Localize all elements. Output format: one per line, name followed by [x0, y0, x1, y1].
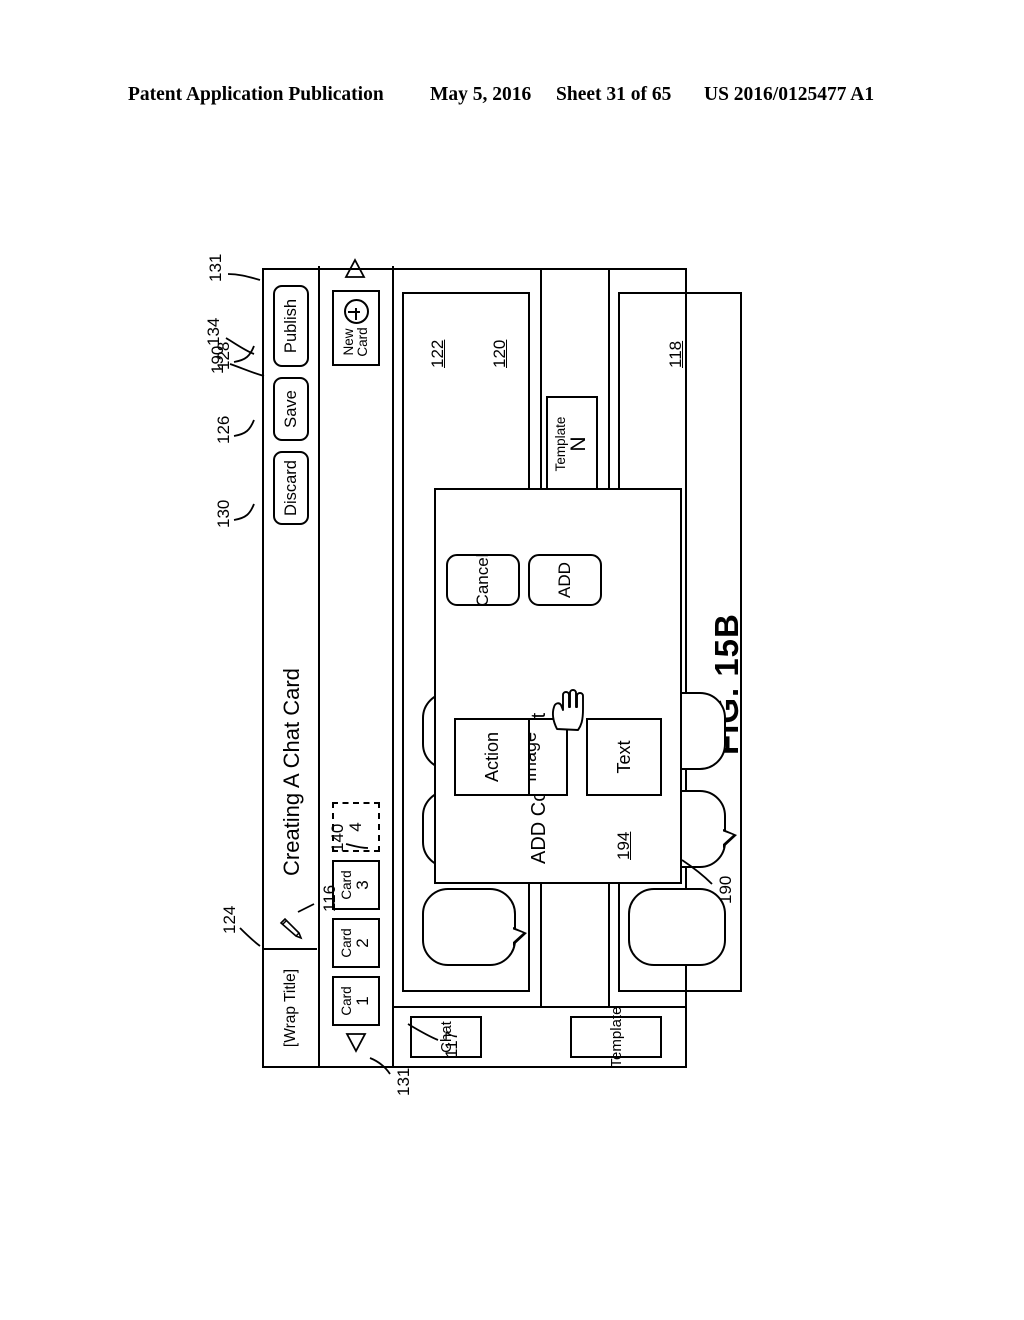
header-sheet-text: Sheet 31 of 65 [556, 84, 672, 105]
header-publication-text: Patent Application Publication [128, 84, 384, 105]
ref-134: 134 [204, 317, 223, 346]
figure-15b: FIG. 15B 130 126 128 124 116 140 134 131… [204, 240, 782, 1096]
tab-template[interactable]: Template [570, 1007, 662, 1067]
plus-circle-icon [343, 299, 369, 325]
ref-117: 117 [442, 1030, 461, 1058]
add-button[interactable]: ADD [528, 554, 602, 606]
new-card-label: New Card [341, 327, 370, 357]
template-n-label: Template [553, 416, 569, 472]
discard-button[interactable]: Discard [273, 451, 309, 525]
cancel-button[interactable]: Cancel [446, 554, 520, 606]
pencil-icon[interactable] [278, 916, 304, 942]
template-n-number: N [567, 436, 591, 452]
wrap-title-text: [Wrap Title] [281, 968, 299, 1048]
ref-130: 130 [214, 499, 233, 528]
ref-118: 118 [666, 340, 685, 368]
card-tile-3-label: Card [339, 870, 355, 900]
title-bar: [Wrap Title] Creating A Chat Card Discar… [264, 266, 320, 1066]
caret-right-icon[interactable] [344, 258, 371, 280]
save-button[interactable]: Save [273, 377, 309, 441]
ref-140: 140 [328, 823, 347, 852]
wrap-title-field[interactable]: [Wrap Title] [264, 948, 317, 1066]
publish-button[interactable]: Publish [273, 285, 309, 367]
ref-122: 122 [428, 339, 447, 368]
ref-194: 194 [614, 831, 633, 860]
ref-126: 126 [214, 415, 233, 444]
header-date-text: May 5, 2016 [430, 84, 532, 105]
ref-116: 116 [320, 884, 339, 912]
add-component-dialog: ADD Component 194 Text Image Action ADD … [434, 488, 682, 884]
ref-190-top: 190 [208, 345, 227, 374]
header-patent-number: US 2016/0125477 A1 [704, 84, 875, 105]
component-option-action[interactable]: Action [454, 718, 530, 796]
tab-rail: Chat Template [394, 1006, 686, 1067]
card-tile-2[interactable]: Card 2 [332, 918, 380, 968]
ref-120: 120 [490, 339, 509, 368]
card-tile-2-number: 2 [353, 938, 373, 948]
ref-190-bottom: 190 [716, 875, 735, 904]
chat-bubble [628, 888, 726, 966]
page-title: Creating A Chat Card [279, 668, 304, 876]
card-tile-1[interactable]: Card 1 [332, 976, 380, 1026]
component-option-text[interactable]: Text [586, 718, 662, 796]
card-strip: Card 1 Card 2 Card 3 4 New Card [320, 258, 434, 1066]
new-card-button[interactable]: New Card [332, 290, 380, 366]
ref-131-top: 131 [206, 253, 225, 282]
card-tile-3-number: 3 [353, 880, 373, 890]
application-window: [Wrap Title] Creating A Chat Card Discar… [262, 258, 742, 1068]
card-tile-1-label: Card [339, 986, 355, 1016]
ref-131-bottom: 131 [394, 1067, 413, 1096]
card-tile-1-number: 1 [353, 996, 373, 1006]
ref-124: 124 [220, 905, 239, 934]
hand-pointer-icon [546, 684, 592, 736]
page-header: Patent Application Publication May 5, 20… [0, 84, 1024, 114]
card-tile-2-label: Card [339, 928, 355, 958]
template-n-tile[interactable]: Template N [546, 396, 598, 492]
card-tile-4-number: 4 [346, 822, 366, 832]
chat-bubble [422, 888, 527, 966]
